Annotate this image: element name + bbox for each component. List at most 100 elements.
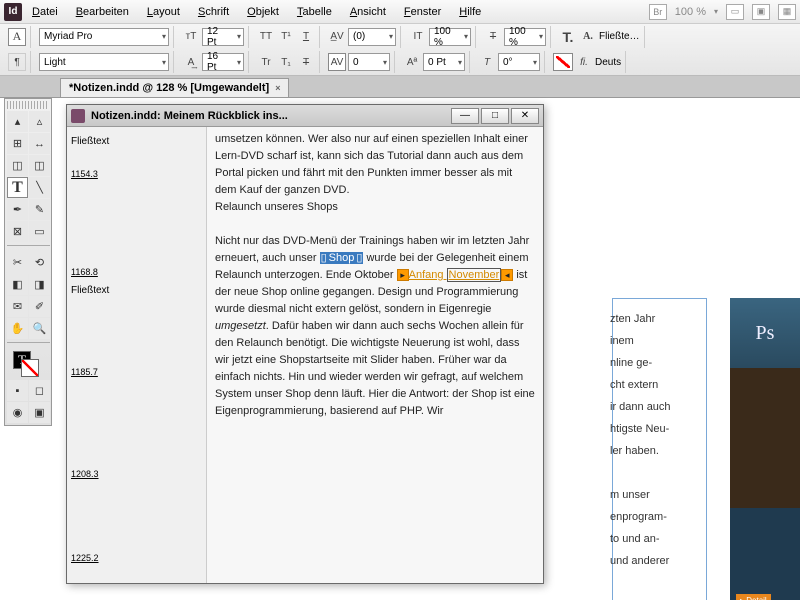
depth-ruler: 1168.8 (71, 267, 98, 277)
document-tab-strip: *Notizen.indd @ 128 % [Umgewandelt] × (0, 76, 800, 98)
story-titlebar[interactable]: Notizen.indd: Meinem Rückblick ins... — … (67, 105, 543, 127)
kerning-field[interactable]: (0) (348, 28, 396, 46)
zoom-level[interactable]: 100 % (675, 6, 706, 18)
pencil-tool[interactable]: ✎ (29, 199, 50, 220)
subscript-icon[interactable]: T₁ (277, 53, 295, 71)
page-tool[interactable]: ⊞ (7, 133, 28, 154)
vscale-icon: IT (409, 28, 427, 46)
content-tool-2[interactable]: ◫ (29, 155, 50, 176)
gradient-feather-tool[interactable]: ◨ (29, 274, 50, 295)
menu-schrift[interactable]: Schrift (190, 3, 237, 21)
pen-tool[interactable]: ✒ (7, 199, 28, 220)
font-style-combo[interactable]: Light (39, 53, 169, 71)
eyedropper-tool[interactable]: ✐ (29, 296, 50, 317)
minimize-button[interactable]: — (451, 108, 479, 124)
story-window-title: Notizen.indd: Meinem Rückblick ins... (91, 110, 445, 122)
stroke-swatch[interactable] (21, 359, 39, 377)
tracking-icon: AV (328, 53, 346, 71)
rectangle-tool[interactable]: ▭ (29, 221, 50, 242)
gradient-tool[interactable]: ◧ (7, 274, 28, 295)
apply-color[interactable]: ◉ (7, 402, 28, 423)
detail-button[interactable]: ▸ Detail (736, 594, 771, 600)
fill-stroke-swatch[interactable]: T (7, 349, 50, 379)
document-tab-label: *Notizen.indd @ 128 % [Umgewandelt] (69, 82, 269, 94)
allcaps-icon[interactable]: TT (257, 28, 275, 46)
ligature-icon[interactable]: fi. (575, 53, 593, 71)
menu-objekt[interactable]: Objekt (239, 3, 287, 21)
hscale-field[interactable]: 100 % (504, 28, 546, 46)
transform-tool[interactable]: ⟲ (29, 252, 50, 273)
depth-ruler: 1208.3 (71, 469, 99, 479)
main-menubar: Id Datei Bearbeiten Layout Schrift Objek… (0, 0, 800, 24)
scissors-tool[interactable]: ✂ (7, 252, 28, 273)
font-size-field[interactable]: 12 Pt (202, 28, 244, 46)
close-tab-icon[interactable]: × (275, 83, 280, 93)
kerning-icon: A̲V (328, 28, 346, 46)
direct-selection-tool[interactable]: ▵ (29, 111, 50, 132)
frame-tool[interactable]: ⊠ (7, 221, 28, 242)
charstyle2-icon[interactable]: A. (579, 28, 597, 46)
view-icon-3[interactable]: ▦ (778, 4, 796, 20)
smallcaps-icon[interactable]: Tr (257, 53, 275, 71)
depth-ruler: 1154.3 (71, 169, 98, 179)
app-icon: Id (4, 3, 22, 21)
deleted-text: Shop (328, 252, 356, 264)
deleted-text-marker: ▯ (320, 252, 328, 264)
panel-grip[interactable] (7, 101, 49, 109)
menu-layout[interactable]: Layout (139, 3, 188, 21)
maximize-button[interactable]: □ (481, 108, 509, 124)
depth-ruler: 1185.7 (71, 367, 98, 377)
note-tool[interactable]: ✉ (7, 296, 28, 317)
strike-icon[interactable]: T (484, 28, 502, 46)
mode-preview[interactable]: ◻ (29, 380, 50, 401)
menu-ansicht[interactable]: Ansicht (342, 3, 394, 21)
tools-panel: ▴ ▵ ⊞ ↔ ◫ ◫ T ╲ ✒ ✎ ⊠ ▭ ✂ ⟲ ◧ ◨ ✉ ✐ ✋ 🔍 … (4, 98, 52, 426)
bridge-icon[interactable]: Br (649, 4, 667, 20)
leading-field[interactable]: 16 Pt (202, 53, 244, 71)
menu-fenster[interactable]: Fenster (396, 3, 449, 21)
document-tab[interactable]: *Notizen.indd @ 128 % [Umgewandelt] × (60, 78, 289, 97)
hand-tool[interactable]: ✋ (7, 318, 28, 339)
menu-datei[interactable]: Datei (24, 3, 66, 21)
para-format-icon[interactable]: ¶ (8, 53, 26, 71)
change-marker-icon[interactable]: ▸ (397, 269, 409, 281)
gap-tool[interactable]: ↔ (29, 133, 50, 154)
change-marker-end-icon[interactable]: ◂ (501, 269, 513, 281)
mode-normal[interactable]: ▪ (7, 380, 28, 401)
view-icon-2[interactable]: ▣ (752, 4, 770, 20)
font-size-icon: тT (182, 28, 200, 46)
fill-none-icon[interactable] (553, 53, 573, 71)
superscript-icon[interactable]: T¹ (277, 28, 295, 46)
screen-mode[interactable]: ▣ (29, 402, 50, 423)
leading-icon: A͢ (182, 53, 200, 71)
baseline-field[interactable]: 0 Pt (423, 53, 465, 71)
fliesstext-label: Fließte… (599, 31, 640, 42)
line-tool[interactable]: ╲ (29, 177, 50, 198)
type-tool[interactable]: T (7, 177, 28, 198)
tracking-field[interactable]: 0 (348, 53, 390, 71)
font-family-combo[interactable]: Myriad Pro (39, 28, 169, 46)
underline-icon[interactable]: T (297, 28, 315, 46)
charstyle-icon[interactable]: T. (559, 28, 577, 46)
placed-logo: Ps (730, 298, 800, 368)
menu-hilfe[interactable]: Hilfe (451, 3, 489, 21)
language-combo[interactable]: Deuts (595, 57, 621, 68)
placed-image-panel: Ps ▸ Detail (730, 298, 800, 600)
vscale-field[interactable]: 100 % (429, 28, 471, 46)
layout-text-preview: zten Jahrinemnline ge- cht externir dann… (610, 308, 720, 572)
inserted-text: Anfang November (409, 268, 502, 282)
view-icon-1[interactable]: ▭ (726, 4, 744, 20)
close-button[interactable]: ✕ (511, 108, 539, 124)
depth-ruler: 1225.2 (71, 553, 99, 563)
content-tool[interactable]: ◫ (7, 155, 28, 176)
strike2-icon[interactable]: T (297, 53, 315, 71)
char-format-icon[interactable]: A (8, 28, 26, 46)
skew-icon: T (478, 53, 496, 71)
story-text-area[interactable]: umsetzen können. Wer also nur auf einen … (207, 127, 543, 583)
selection-tool[interactable]: ▴ (7, 111, 28, 132)
menu-tabelle[interactable]: Tabelle (289, 3, 340, 21)
zoom-tool[interactable]: 🔍 (29, 318, 50, 339)
control-panel: A Myriad Pro тT 12 Pt TT T¹ T A̲V (0) IT… (0, 24, 800, 76)
menu-bearbeiten[interactable]: Bearbeiten (68, 3, 137, 21)
skew-field[interactable]: 0° (498, 53, 540, 71)
